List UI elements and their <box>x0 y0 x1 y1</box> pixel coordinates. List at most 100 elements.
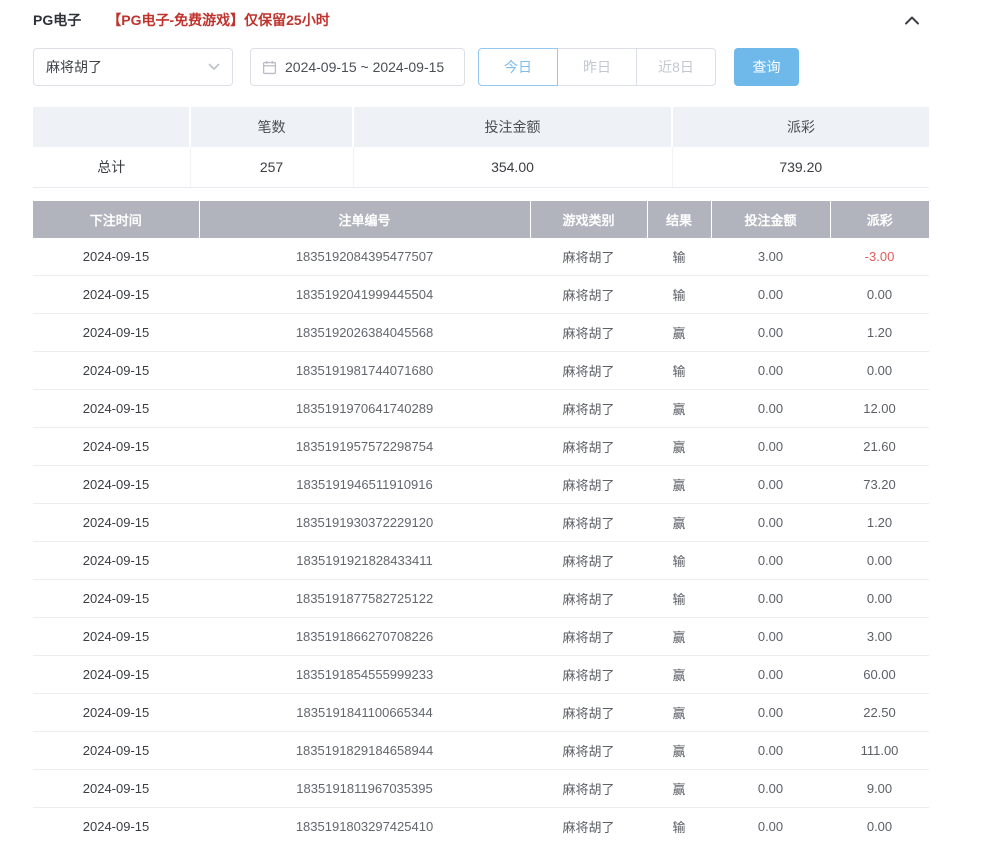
bet-time-cell: 2024-09-15 <box>33 504 199 542</box>
result-cell: 赢 <box>647 314 711 352</box>
bet-time-cell: 2024-09-15 <box>33 656 199 694</box>
payout-cell: 0.00 <box>830 352 929 390</box>
payout-cell: 0.00 <box>830 276 929 314</box>
payout-cell: 0.00 <box>830 580 929 618</box>
payout-cell: 9.00 <box>830 770 929 808</box>
bet-time-cell: 2024-09-15 <box>33 276 199 314</box>
game-type-cell: 麻将胡了 <box>530 618 647 656</box>
table-row: 2024-09-151835191970641740289麻将胡了赢0.0012… <box>33 390 929 428</box>
result-cell: 赢 <box>647 732 711 770</box>
bet-amount-cell: 0.00 <box>711 352 830 390</box>
game-type-cell: 麻将胡了 <box>530 428 647 466</box>
order-id-cell: 1835191841100665344 <box>199 694 530 732</box>
result-cell: 赢 <box>647 466 711 504</box>
payout-cell: -3.00 <box>830 238 929 276</box>
payout-cell: 73.20 <box>830 466 929 504</box>
game-type-cell: 麻将胡了 <box>530 732 647 770</box>
table-row: 2024-09-151835191811967035395麻将胡了赢0.009.… <box>33 770 929 808</box>
bet-time-cell: 2024-09-15 <box>33 314 199 352</box>
table-row: 2024-09-151835191829184658944麻将胡了赢0.0011… <box>33 732 929 770</box>
search-button[interactable]: 查询 <box>734 48 799 86</box>
bet-amount-cell: 0.00 <box>711 694 830 732</box>
order-id-cell: 1835191811967035395 <box>199 770 530 808</box>
result-cell: 输 <box>647 238 711 276</box>
table-row: 2024-09-151835191866270708226麻将胡了赢0.003.… <box>33 618 929 656</box>
table-row: 2024-09-151835191921828433411麻将胡了输0.000.… <box>33 542 929 580</box>
result-cell: 赢 <box>647 504 711 542</box>
game-type-cell: 麻将胡了 <box>530 276 647 314</box>
table-row: 2024-09-151835191981744071680麻将胡了输0.000.… <box>33 352 929 390</box>
quick-date-button-2[interactable]: 近8日 <box>636 48 716 86</box>
summary-header-count: 笔数 <box>190 107 353 147</box>
game-type-cell: 麻将胡了 <box>530 352 647 390</box>
table-row: 2024-09-151835192026384045568麻将胡了赢0.001.… <box>33 314 929 352</box>
order-id-cell: 1835191877582725122 <box>199 580 530 618</box>
page-title: PG电子 <box>33 10 81 30</box>
header-bet-time: 下注时间 <box>33 201 199 238</box>
payout-cell: 1.20 <box>830 504 929 542</box>
summary-bet-amount-value: 354.00 <box>353 147 672 187</box>
bet-records-table: 下注时间 注单编号 游戏类别 结果 投注金额 派彩 2024-09-151835… <box>33 201 929 844</box>
payout-cell: 111.00 <box>830 732 929 770</box>
summary-header-row: 笔数 投注金额 派彩 <box>33 107 929 147</box>
payout-cell: 0.00 <box>830 808 929 844</box>
game-type-cell: 麻将胡了 <box>530 238 647 276</box>
order-id-cell: 1835192084395477507 <box>199 238 530 276</box>
game-type-cell: 麻将胡了 <box>530 694 647 732</box>
bet-amount-cell: 0.00 <box>711 580 830 618</box>
bet-time-cell: 2024-09-15 <box>33 694 199 732</box>
result-cell: 赢 <box>647 618 711 656</box>
bet-amount-cell: 0.00 <box>711 542 830 580</box>
result-cell: 输 <box>647 542 711 580</box>
order-id-cell: 1835191829184658944 <box>199 732 530 770</box>
bet-time-cell: 2024-09-15 <box>33 808 199 844</box>
bet-amount-cell: 3.00 <box>711 238 830 276</box>
table-row: 2024-09-151835191841100665344麻将胡了赢0.0022… <box>33 694 929 732</box>
bet-amount-cell: 0.00 <box>711 504 830 542</box>
bet-amount-cell: 0.00 <box>711 314 830 352</box>
result-cell: 输 <box>647 276 711 314</box>
result-cell: 赢 <box>647 770 711 808</box>
bet-amount-cell: 0.00 <box>711 732 830 770</box>
bet-amount-cell: 0.00 <box>711 428 830 466</box>
header-notice: 【PG电子-免费游戏】仅保留25小时 <box>107 10 329 30</box>
result-cell: 输 <box>647 352 711 390</box>
result-cell: 赢 <box>647 694 711 732</box>
order-id-cell: 1835192041999445504 <box>199 276 530 314</box>
bet-time-cell: 2024-09-15 <box>33 428 199 466</box>
game-type-cell: 麻将胡了 <box>530 466 647 504</box>
game-type-cell: 麻将胡了 <box>530 580 647 618</box>
collapse-chevron-icon[interactable] <box>903 13 921 27</box>
order-id-cell: 1835191854555999233 <box>199 656 530 694</box>
payout-cell: 1.20 <box>830 314 929 352</box>
quick-date-button-0[interactable]: 今日 <box>478 48 558 86</box>
table-row: 2024-09-151835192084395477507麻将胡了输3.00-3… <box>33 238 929 276</box>
summary-count-value: 257 <box>190 147 353 187</box>
date-range-value: 2024-09-15 ~ 2024-09-15 <box>285 59 444 75</box>
summary-payout-value: 739.20 <box>672 147 929 187</box>
game-type-cell: 麻将胡了 <box>530 390 647 428</box>
table-row: 2024-09-151835192041999445504麻将胡了输0.000.… <box>33 276 929 314</box>
date-range-input[interactable]: 2024-09-15 ~ 2024-09-15 <box>250 48 465 86</box>
bet-amount-cell: 0.00 <box>711 656 830 694</box>
summary-row: 总计 257 354.00 739.20 <box>33 147 929 187</box>
order-id-cell: 1835191866270708226 <box>199 618 530 656</box>
bet-amount-cell: 0.00 <box>711 770 830 808</box>
chevron-down-icon <box>208 63 220 71</box>
order-id-cell: 1835191957572298754 <box>199 428 530 466</box>
result-cell: 输 <box>647 580 711 618</box>
table-header-row: 下注时间 注单编号 游戏类别 结果 投注金额 派彩 <box>33 201 929 238</box>
game-type-select[interactable]: 麻将胡了 <box>33 48 233 86</box>
quick-date-button-1[interactable]: 昨日 <box>557 48 637 86</box>
payout-cell: 0.00 <box>830 542 929 580</box>
order-id-cell: 1835191803297425410 <box>199 808 530 844</box>
order-id-cell: 1835192026384045568 <box>199 314 530 352</box>
payout-cell: 22.50 <box>830 694 929 732</box>
summary-total-label: 总计 <box>33 147 190 187</box>
header-game-type: 游戏类别 <box>530 201 647 238</box>
table-row: 2024-09-151835191930372229120麻将胡了赢0.001.… <box>33 504 929 542</box>
panel-header: PG电子 【PG电子-免费游戏】仅保留25小时 <box>33 0 929 30</box>
bet-time-cell: 2024-09-15 <box>33 238 199 276</box>
game-type-cell: 麻将胡了 <box>530 656 647 694</box>
game-type-cell: 麻将胡了 <box>530 770 647 808</box>
